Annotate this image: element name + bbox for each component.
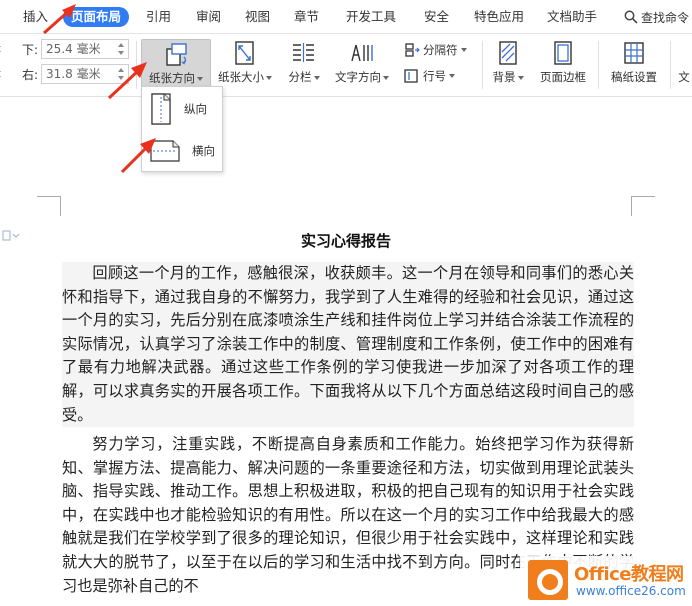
menu-bar: 插入 页面布局 引用 审阅 视图 章节 开发工具 安全 特色应用 文档助手 查找… xyxy=(0,0,692,34)
ribbon-divider-2 xyxy=(482,41,483,89)
line-number-button[interactable]: 行号 xyxy=(404,66,455,86)
menu-developer[interactable]: 开发工具 xyxy=(346,8,396,26)
menu-features[interactable]: 特色应用 xyxy=(474,8,524,26)
separator-label: 分隔符 xyxy=(423,43,458,57)
menu-view[interactable]: 视图 xyxy=(245,8,270,26)
menu-review[interactable]: 审阅 xyxy=(196,8,221,26)
ribbon-divider-3 xyxy=(598,41,599,89)
paper-size-button[interactable]: 纸张大小 xyxy=(214,39,276,91)
orientation-portrait-item[interactable]: 纵向 xyxy=(146,91,220,127)
cut-off-label: 文 xyxy=(678,70,690,84)
ribbon-divider-4 xyxy=(670,41,671,89)
page-border-button[interactable]: 页面边框 xyxy=(534,39,592,91)
watermark-logo: Office教程网 www.office26.com xyxy=(520,556,692,606)
line-number-icon xyxy=(404,69,418,83)
menu-doc-assistant[interactable]: 文档助手 xyxy=(547,8,597,26)
draft-paper-icon xyxy=(624,42,644,64)
columns-button[interactable]: 分栏 xyxy=(281,39,327,91)
cut-off-button[interactable]: 文 xyxy=(676,39,692,91)
crop-mark xyxy=(60,196,61,216)
crop-mark xyxy=(37,196,61,197)
margin-right-label: 右: xyxy=(22,67,39,82)
watermark-url: www.office26.com xyxy=(576,584,686,598)
crop-mark xyxy=(631,196,655,197)
page-border-icon xyxy=(554,41,572,65)
margin-bottom-input[interactable]: 25.4 毫米 xyxy=(41,39,130,59)
columns-icon xyxy=(293,43,314,62)
search-command[interactable]: 查找命令 xyxy=(624,8,689,26)
document-paragraph: 回顾这一个月的工作，感触很深，收获颇丰。这一个月在领导和同事们的悉心关怀和指导下… xyxy=(62,262,634,428)
landscape-label: 横向 xyxy=(192,144,215,158)
text-direction-button[interactable]: 文字方向 xyxy=(330,39,394,91)
ribbon: 下: 25.4 毫米 右: 31.8 毫米 纸张方向 纸张大小 分栏 文字方向 … xyxy=(0,35,692,97)
office-logo-icon xyxy=(528,560,568,600)
columns-label: 分栏 xyxy=(288,70,312,84)
margin-right-value: 31.8 毫米 xyxy=(46,67,101,81)
separator-button[interactable]: 分隔符 xyxy=(404,40,467,60)
menu-references[interactable]: 引用 xyxy=(146,8,171,26)
margin-bottom-label: 下: xyxy=(22,42,39,57)
menu-chapter[interactable]: 章节 xyxy=(294,8,319,26)
margin-bottom-spinner[interactable] xyxy=(117,41,126,57)
text-direction-icon xyxy=(351,44,373,62)
orientation-button[interactable]: 纸张方向 xyxy=(141,39,211,91)
portrait-label: 纵向 xyxy=(184,102,207,116)
annotation-arrow xyxy=(43,4,76,35)
draft-paper-label: 稿纸设置 xyxy=(611,70,657,84)
line-number-label: 行号 xyxy=(423,69,446,83)
background-button[interactable]: 背景 xyxy=(488,39,528,91)
crop-mark xyxy=(631,196,632,216)
annotation-arrow xyxy=(120,138,156,174)
margin-bottom-value: 25.4 毫米 xyxy=(46,42,101,56)
watermark-brand: Office教程网 xyxy=(574,564,684,585)
separator-icon xyxy=(405,43,420,57)
orientation-icon xyxy=(166,43,187,66)
search-icon xyxy=(624,10,638,24)
annotation-arrow xyxy=(107,62,147,100)
page-border-label: 页面边框 xyxy=(540,70,586,84)
margin-bottom-row: 下: 25.4 毫米 xyxy=(0,39,130,59)
portrait-page-icon xyxy=(151,93,171,125)
background-label: 背景 xyxy=(492,70,516,84)
menu-security[interactable]: 安全 xyxy=(424,8,449,26)
orientation-label: 纸张方向 xyxy=(149,71,195,85)
margin-spin-partial[interactable] xyxy=(0,41,3,57)
margin-spin-partial-2[interactable] xyxy=(0,66,3,82)
draft-paper-button[interactable]: 稿纸设置 xyxy=(604,39,664,91)
search-label: 查找命令 xyxy=(641,10,690,25)
paper-size-label: 纸张大小 xyxy=(218,70,264,84)
paper-size-icon xyxy=(235,41,254,65)
background-icon xyxy=(499,41,517,65)
document-title: 实习心得报告 xyxy=(300,232,391,250)
text-direction-label: 文字方向 xyxy=(335,70,381,84)
